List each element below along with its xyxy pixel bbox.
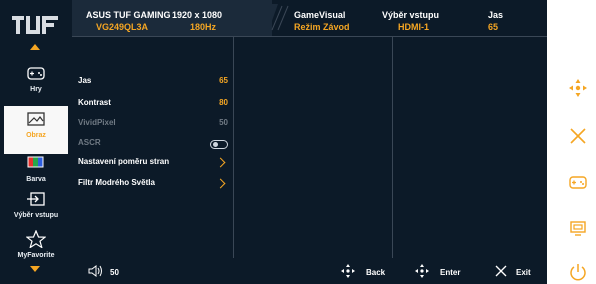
brightness-label: Jas — [488, 10, 504, 20]
menu-item-label: ASCR — [78, 138, 101, 147]
scroll-down-arrow-icon[interactable] — [30, 266, 40, 272]
sidebar-item-obraz[interactable]: Obraz — [4, 106, 68, 154]
enter-joystick-icon — [414, 263, 430, 279]
sidebar: Hry Obraz Barva Výběr vstupu MyFavorite — [0, 0, 72, 284]
gameplus-gamepad-icon[interactable] — [568, 172, 588, 192]
scroll-up-arrow-icon[interactable] — [30, 44, 40, 50]
resolution-text: 1920 x 1080 — [172, 10, 223, 20]
menu-item-value: 65 — [219, 76, 228, 85]
move-icon — [340, 263, 356, 279]
volume-icon — [88, 264, 106, 278]
sidebar-item-label: MyFavorite — [17, 252, 55, 259]
close-button-icon[interactable] — [568, 126, 588, 146]
sidebar-item-hry[interactable]: Hry — [4, 60, 68, 108]
exit-button[interactable]: Exit — [516, 268, 531, 277]
sidebar-item-label: Výběr vstupu — [13, 212, 59, 219]
gamevisual-value: Režim Závod — [294, 22, 350, 32]
menu-item-value: 50 — [219, 118, 228, 127]
sidebar-item-label: Hry — [30, 86, 42, 93]
menu-item-jas[interactable]: Jas 65 — [78, 76, 228, 90]
image-icon — [26, 110, 46, 128]
menu-item-label: Kontrast — [78, 98, 111, 107]
input-icon — [26, 190, 46, 208]
menu-item-ascr[interactable]: ASCR — [78, 138, 228, 152]
close-icon — [494, 264, 508, 278]
column-divider — [233, 36, 234, 258]
chevron-right-icon — [215, 157, 226, 168]
osd-window: Hry Obraz Barva Výběr vstupu MyFavorite — [0, 0, 547, 284]
menu-item-value: 80 — [219, 98, 228, 107]
hardware-buttons — [560, 60, 596, 284]
chevron-right-icon — [215, 178, 226, 189]
volume-value: 50 — [110, 268, 119, 277]
menu-item-label: Nastavení poměru stran — [78, 157, 170, 166]
model-name: ASUS TUF GAMING — [86, 10, 171, 20]
color-icon — [26, 154, 46, 172]
refresh-rate-text: 180Hz — [190, 22, 217, 32]
menu-item-label: Jas — [78, 76, 92, 85]
menu-item-vividpixel[interactable]: VividPixel 50 — [78, 118, 228, 132]
gamevisual-label: GameVisual — [294, 10, 346, 20]
footer-bar: 50 Back Enter Exit — [72, 258, 547, 284]
sidebar-item-label: Barva — [26, 176, 46, 183]
back-button[interactable]: Back — [366, 268, 385, 277]
tuf-logo — [10, 12, 62, 38]
input-label: Výběr vstupu — [382, 10, 440, 20]
gamepad-icon — [26, 64, 46, 82]
menu-item-label: VividPixel — [78, 118, 116, 127]
power-icon[interactable] — [568, 262, 588, 282]
menu-item-kontrast[interactable]: Kontrast 80 — [78, 98, 228, 112]
header-bar: ASUS TUF GAMING VG249QL3A 1920 x 1080 18… — [72, 0, 547, 36]
gamevisual-icon[interactable] — [568, 218, 588, 238]
ascr-toggle[interactable] — [210, 140, 228, 149]
input-value: HDMI-1 — [398, 22, 429, 32]
menu-item-nastaveni-pomeru-stran[interactable]: Nastavení poměru stran — [78, 157, 228, 171]
enter-button[interactable]: Enter — [440, 268, 460, 277]
model-number: VG249QL3A — [96, 22, 149, 32]
brightness-value: 65 — [488, 22, 499, 32]
menu-item-label: Filtr Modrého Světla — [78, 178, 155, 187]
column-divider — [392, 36, 393, 258]
star-icon — [26, 230, 46, 248]
menu-item-filtr-modreho-svetla[interactable]: Filtr Modrého Světla — [78, 178, 228, 192]
header-divider — [72, 36, 547, 37]
joystick-navigate-icon[interactable] — [568, 78, 588, 98]
sidebar-item-label: Obraz — [26, 132, 46, 139]
